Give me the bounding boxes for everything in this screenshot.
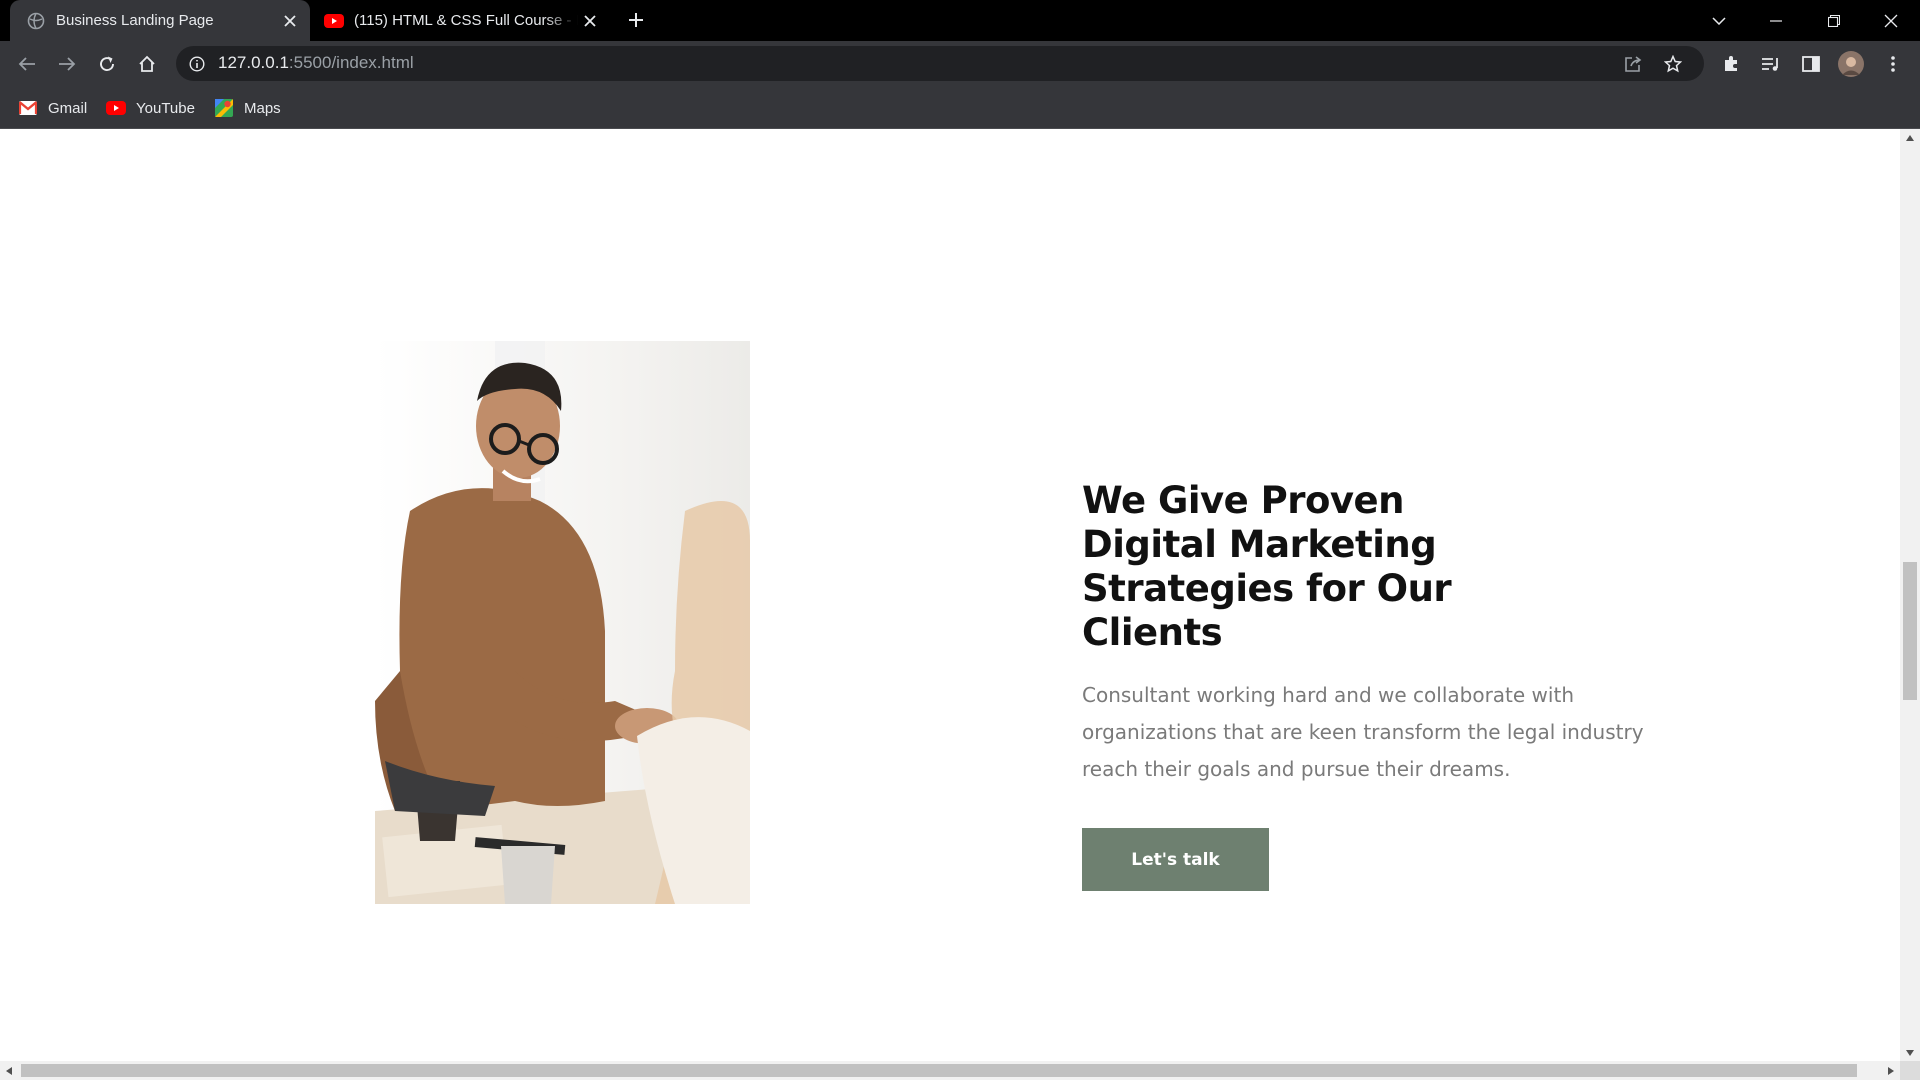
scroll-up-arrow-icon[interactable] bbox=[1900, 129, 1920, 146]
bookmark-youtube[interactable]: YouTube bbox=[106, 96, 195, 120]
close-window-button[interactable] bbox=[1862, 0, 1919, 41]
youtube-icon bbox=[324, 11, 344, 31]
vertical-scroll-thumb[interactable] bbox=[1903, 562, 1917, 700]
site-info-icon[interactable] bbox=[186, 53, 208, 75]
bookmark-maps[interactable]: Maps bbox=[214, 96, 281, 120]
new-tab-button[interactable] bbox=[622, 6, 650, 34]
side-panel-icon[interactable] bbox=[1796, 49, 1826, 79]
share-icon[interactable] bbox=[1618, 49, 1648, 79]
bookmark-star-icon[interactable] bbox=[1658, 49, 1688, 79]
page-viewport: We Give Proven Digital Marketing Strateg… bbox=[0, 129, 1900, 1061]
tab-strip: Business Landing Page (115) HTML & CSS F… bbox=[0, 0, 1920, 41]
forward-arrow-icon[interactable] bbox=[52, 49, 82, 79]
scroll-down-arrow-icon[interactable] bbox=[1900, 1044, 1920, 1061]
handshake-photo bbox=[375, 341, 750, 904]
tab-title: Business Landing Page bbox=[56, 12, 214, 29]
page-description: Consultant working hard and we collabora… bbox=[1082, 683, 1644, 781]
url-host: 127.0.0.1 bbox=[218, 53, 289, 72]
bookmark-gmail[interactable]: Gmail bbox=[18, 96, 87, 120]
url-path: :5500/index.html bbox=[288, 53, 414, 72]
address-bar[interactable]: 127.0.0.1:5500/index.html bbox=[176, 46, 1704, 81]
browser-toolbar: 127.0.0.1:5500/index.html bbox=[0, 41, 1920, 86]
page-heading: We Give Proven Digital Marketing Strateg… bbox=[1082, 479, 1452, 654]
scrollbar-corner bbox=[1900, 1061, 1920, 1080]
scroll-left-arrow-icon[interactable] bbox=[0, 1061, 18, 1080]
close-tab-icon[interactable] bbox=[278, 9, 302, 33]
tab-youtube-course[interactable]: (115) HTML & CSS Full Course - Beginner … bbox=[312, 0, 610, 41]
bookmark-label: YouTube bbox=[136, 99, 195, 117]
lets-talk-button[interactable]: Let's talk bbox=[1082, 828, 1269, 891]
restore-button[interactable] bbox=[1805, 0, 1862, 41]
horizontal-scroll-thumb[interactable] bbox=[21, 1064, 1857, 1077]
globe-icon bbox=[26, 11, 46, 31]
close-tab-icon[interactable] bbox=[578, 9, 602, 33]
home-icon[interactable] bbox=[132, 49, 162, 79]
scroll-right-arrow-icon[interactable] bbox=[1882, 1061, 1900, 1080]
media-controls-icon[interactable] bbox=[1756, 49, 1786, 79]
reload-icon[interactable] bbox=[92, 49, 122, 79]
tab-search-button[interactable] bbox=[1690, 0, 1747, 41]
bookmark-label: Gmail bbox=[48, 99, 88, 117]
youtube-icon bbox=[106, 99, 126, 117]
url-text[interactable]: 127.0.0.1:5500/index.html bbox=[218, 53, 414, 73]
profile-avatar[interactable] bbox=[1836, 49, 1866, 79]
tab-business-landing-page[interactable]: Business Landing Page bbox=[10, 0, 310, 41]
bookmarks-bar: Gmail YouTube Maps bbox=[0, 86, 1920, 129]
tab-title: (115) HTML & CSS Full Course - Beginner … bbox=[354, 12, 578, 29]
bookmark-label: Maps bbox=[244, 99, 281, 117]
back-arrow-icon[interactable] bbox=[12, 49, 42, 79]
menu-kebab-icon[interactable] bbox=[1878, 49, 1908, 79]
hero-content: We Give Proven Digital Marketing Strateg… bbox=[1082, 479, 1682, 891]
maps-icon bbox=[214, 99, 234, 117]
extensions-icon[interactable] bbox=[1716, 49, 1746, 79]
gmail-icon bbox=[18, 99, 38, 117]
horizontal-scrollbar[interactable] bbox=[0, 1061, 1900, 1080]
vertical-scrollbar[interactable] bbox=[1900, 129, 1920, 1061]
minimize-button[interactable] bbox=[1747, 0, 1804, 41]
